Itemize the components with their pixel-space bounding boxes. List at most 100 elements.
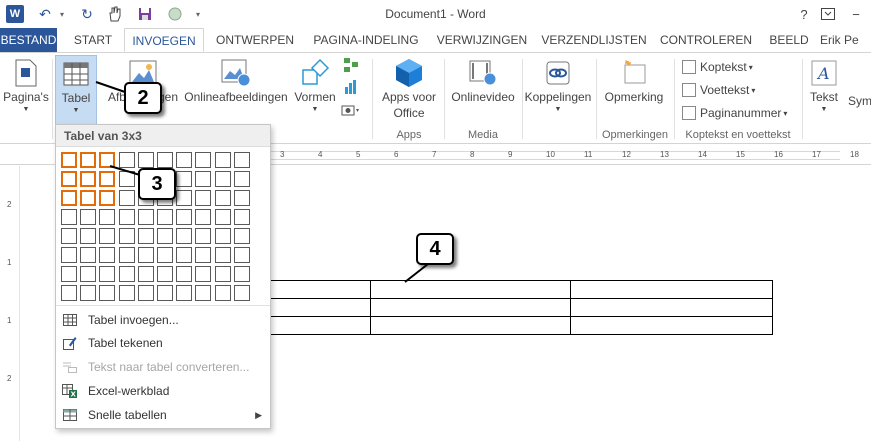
table-cell[interactable] (370, 316, 571, 335)
online-pictures-button[interactable]: Onlineafbeeldingen (182, 57, 290, 105)
grid-cell[interactable] (80, 228, 97, 244)
grid-cell[interactable] (214, 190, 231, 206)
grid-cell[interactable] (233, 171, 250, 187)
grid-cell[interactable] (61, 209, 77, 225)
user-account[interactable]: Erik Pe (820, 28, 871, 52)
grid-cell[interactable] (176, 266, 193, 282)
grid-cell[interactable] (137, 285, 154, 301)
grid-cell[interactable] (195, 190, 212, 206)
apps-for-office-button[interactable]: Apps voor Office (378, 57, 440, 121)
grid-cell[interactable] (61, 171, 77, 187)
text-button[interactable]: A Tekst ▼ (804, 57, 844, 115)
grid-cell[interactable] (233, 228, 250, 244)
grid-cell[interactable] (61, 190, 77, 206)
grid-cell[interactable] (233, 266, 250, 282)
grid-cell[interactable] (137, 152, 154, 168)
grid-cell[interactable] (118, 209, 135, 225)
help-button[interactable]: ? (794, 4, 814, 24)
grid-cell[interactable] (176, 152, 193, 168)
pages-button[interactable]: Pagina's ▼ (2, 57, 50, 115)
grid-cell[interactable] (99, 247, 116, 263)
table-cell[interactable] (570, 298, 773, 317)
word-logo-icon[interactable]: W (6, 5, 24, 23)
save-icon[interactable] (136, 5, 154, 23)
grid-cell[interactable] (176, 190, 193, 206)
grid-cell[interactable] (99, 171, 116, 187)
tab-insert[interactable]: INVOEGEN (124, 28, 204, 52)
table-button[interactable]: Tabel ▼ (55, 55, 97, 125)
grid-cell[interactable] (195, 228, 212, 244)
redo-icon[interactable]: ↻ (78, 5, 96, 23)
customize-qat-icon[interactable]: ▾ (192, 5, 204, 23)
grid-cell[interactable] (157, 285, 173, 301)
grid-cell[interactable] (195, 285, 212, 301)
links-button[interactable]: Koppelingen ▼ (524, 57, 592, 115)
shapes-button[interactable]: Vormen ▼ (292, 57, 338, 115)
grid-cell[interactable] (214, 285, 231, 301)
tab-review[interactable]: CONTROLEREN (656, 28, 756, 52)
table-cell[interactable] (270, 280, 371, 299)
online-video-button[interactable]: Onlinevideo (446, 57, 520, 105)
vertical-ruler[interactable]: 2 1 1 2 (0, 166, 20, 441)
tab-view[interactable]: BEELD (762, 28, 816, 52)
grid-cell[interactable] (233, 190, 250, 206)
tab-references[interactable]: VERWIJZINGEN (432, 28, 532, 52)
comment-button[interactable]: Opmerking (600, 57, 668, 105)
insert-table-item[interactable]: Tabel invoegen... (56, 309, 270, 331)
table-cell[interactable] (570, 316, 773, 335)
grid-cell[interactable] (61, 247, 77, 263)
grid-cell[interactable] (137, 247, 154, 263)
symbols-button[interactable]: Sym (848, 93, 871, 109)
grid-cell[interactable] (176, 209, 193, 225)
table-cell[interactable] (270, 316, 371, 335)
tab-mailings[interactable]: VERZENDLIJSTEN (538, 28, 650, 52)
grid-cell[interactable] (118, 266, 135, 282)
grid-cell[interactable] (61, 228, 77, 244)
table-cell[interactable] (570, 280, 773, 299)
table-cell[interactable] (370, 298, 571, 317)
grid-cell[interactable] (80, 171, 97, 187)
grid-cell[interactable] (61, 285, 77, 301)
grid-cell[interactable] (99, 209, 116, 225)
grid-cell[interactable] (61, 266, 77, 282)
tab-design[interactable]: ONTWERPEN (210, 28, 300, 52)
grid-cell[interactable] (80, 152, 97, 168)
grid-cell[interactable] (214, 209, 231, 225)
tab-file[interactable]: BESTAND (0, 28, 57, 52)
grid-cell[interactable] (195, 266, 212, 282)
touch-mode-icon[interactable] (106, 5, 124, 23)
grid-cell[interactable] (195, 171, 212, 187)
grid-cell[interactable] (99, 190, 116, 206)
tab-page-layout[interactable]: PAGINA-INDELING (306, 28, 426, 52)
grid-cell[interactable] (80, 190, 97, 206)
smartart-icon[interactable] (340, 57, 362, 75)
grid-cell[interactable] (137, 228, 154, 244)
grid-cell[interactable] (176, 285, 193, 301)
grid-cell[interactable] (99, 266, 116, 282)
grid-cell[interactable] (80, 247, 97, 263)
circle-icon[interactable] (166, 5, 184, 23)
table-cell[interactable] (270, 298, 371, 317)
grid-cell[interactable] (118, 152, 135, 168)
grid-cell[interactable] (157, 228, 173, 244)
chart-icon[interactable] (340, 79, 362, 97)
grid-cell[interactable] (233, 285, 250, 301)
page-number-button[interactable]: Paginanummer ▾ (682, 103, 787, 123)
grid-cell[interactable] (176, 247, 193, 263)
grid-cell[interactable] (137, 209, 154, 225)
grid-cell[interactable] (195, 152, 212, 168)
screenshot-icon[interactable] (340, 103, 362, 121)
grid-cell[interactable] (80, 266, 97, 282)
grid-cell[interactable] (118, 285, 135, 301)
undo-icon[interactable]: ↶ (36, 5, 54, 23)
grid-cell[interactable] (118, 190, 135, 206)
grid-cell[interactable] (195, 247, 212, 263)
grid-cell[interactable] (99, 285, 116, 301)
grid-cell[interactable] (233, 152, 250, 168)
minimize-button[interactable]: − (846, 4, 866, 24)
document-table[interactable] (270, 280, 773, 335)
grid-cell[interactable] (80, 285, 97, 301)
table-cell[interactable] (370, 280, 571, 299)
grid-cell[interactable] (233, 247, 250, 263)
draw-table-item[interactable]: Tabel tekenen (56, 332, 270, 354)
